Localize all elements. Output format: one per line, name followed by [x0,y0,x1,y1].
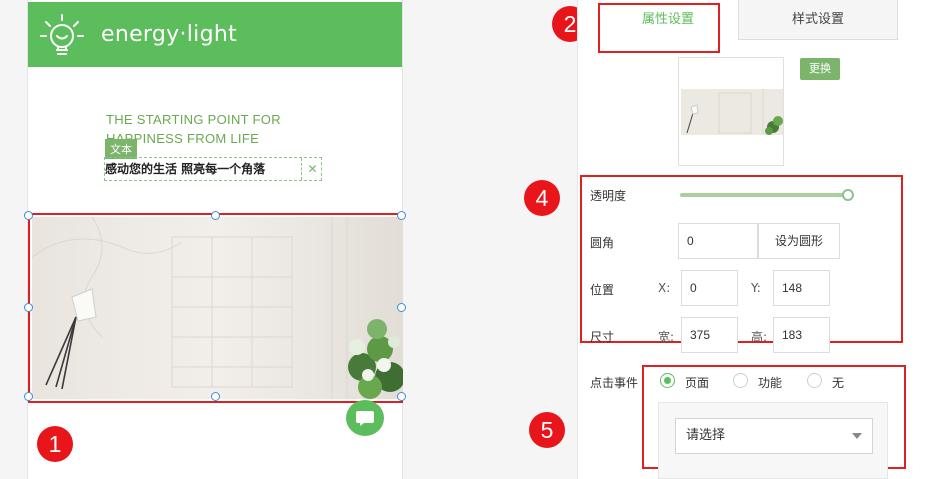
page-select-value: 请选择 [686,428,726,443]
property-panel: 属性设置 样式设置 更换 透明度 圆角 设为圆形 位置 X: Y: 尺寸 宽: … [577,0,935,479]
opacity-slider[interactable] [680,193,848,197]
resize-handle-bottom-right[interactable] [397,392,406,401]
resize-handle-top-left[interactable] [24,211,33,220]
y-label: Y: [751,281,761,295]
tab-styles[interactable]: 样式设置 [738,0,898,40]
size-label: 尺寸 [590,330,615,344]
marker-4: 4 [524,180,560,216]
resize-handle-left[interactable] [24,303,33,312]
app-header: energy·light [28,2,402,67]
x-label: X: [658,281,671,295]
selected-text-element[interactable]: 感动您的生活 照亮每一个角落 ✕ [104,157,322,181]
brand-name: energy·light [101,22,238,47]
text-element-content: 感动您的生活 照亮每一个角落 [105,162,266,176]
click-event-label: 点击事件 [590,376,639,390]
replace-image-button[interactable]: 更换 [800,58,840,80]
chevron-down-icon [852,433,862,439]
marker-5: 5 [529,412,565,448]
chat-bubble-icon [356,411,374,426]
y-input[interactable] [773,270,830,306]
resize-handle-top[interactable] [211,211,220,220]
radio-none-label: 无 [832,376,845,390]
page-select-container: 请选择 [658,402,888,479]
resize-handle-right[interactable] [397,303,406,312]
lightbulb-icon [40,14,84,55]
x-input[interactable] [681,270,738,306]
slogan-line-1: THE STARTING POINT FOR [106,112,281,127]
highlight-box-2 [598,3,720,53]
selected-image-element[interactable] [28,213,403,403]
text-element-tag: 文本 [105,139,137,159]
height-input[interactable] [773,317,830,353]
thumbnail-illustration [681,89,783,135]
slogan-line-2: HAPPINESS FROM LIFE [106,131,260,146]
width-label: 宽: [658,330,675,344]
page-select[interactable]: 请选择 [675,418,873,454]
opacity-slider-handle[interactable] [842,189,854,201]
thumbnail-image [681,89,783,135]
radius-label: 圆角 [590,236,615,250]
banner-illustration [32,217,403,399]
resize-handle-bottom-left[interactable] [24,392,33,401]
banner-image [32,217,403,399]
make-round-button[interactable]: 设为圆形 [758,223,840,259]
close-icon[interactable]: ✕ [301,158,323,180]
chat-button[interactable] [346,400,384,436]
highlight-box-4 [580,175,903,343]
radio-none[interactable] [807,373,822,388]
radio-function[interactable] [733,373,748,388]
phone-canvas: energy·light THE STARTING POINT FOR HAPP… [24,0,406,479]
width-input[interactable] [681,317,738,353]
radio-page[interactable] [660,373,675,388]
resize-handle-top-right[interactable] [397,211,406,220]
resize-handle-bottom[interactable] [211,392,220,401]
opacity-label: 透明度 [590,189,627,203]
image-thumbnail [678,57,784,166]
marker-1: 1 [37,426,73,462]
radio-function-label: 功能 [758,376,783,390]
radio-page-label: 页面 [685,376,710,390]
slogan-text[interactable]: THE STARTING POINT FOR HAPPINESS FROM LI… [106,110,326,148]
position-label: 位置 [590,283,615,297]
radius-input[interactable] [678,223,758,259]
height-label: 高: [751,330,768,344]
